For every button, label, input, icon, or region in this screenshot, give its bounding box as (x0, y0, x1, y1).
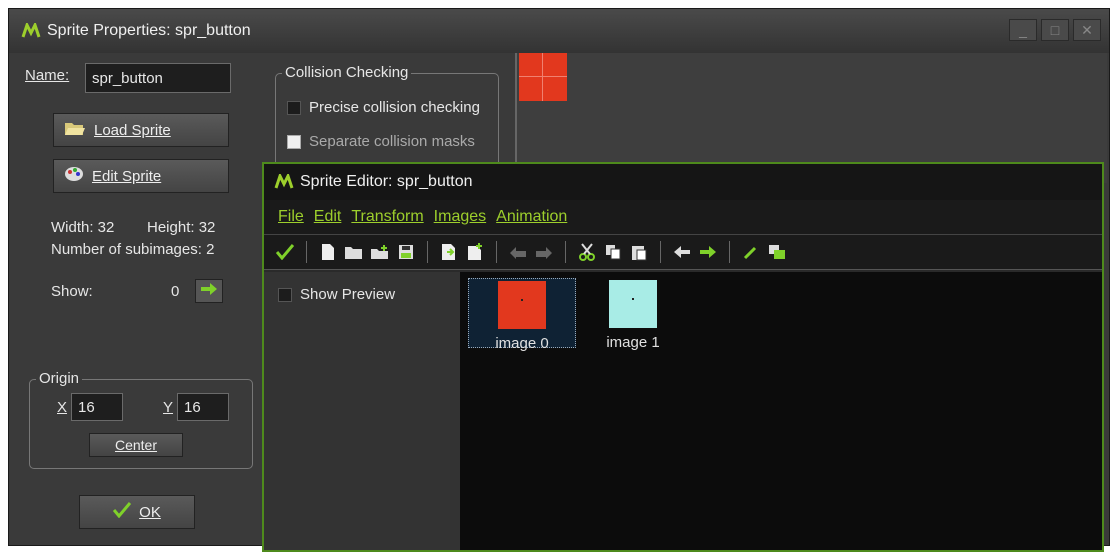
separate-masks-label: Separate collision masks (309, 133, 475, 150)
image-list-area: image 0 image 1 (460, 272, 1102, 550)
new-file-icon[interactable] (317, 241, 339, 263)
image-thumbnail-1[interactable]: image 1 (590, 278, 676, 351)
paste-icon[interactable] (628, 241, 650, 263)
editor-side-panel: Show Preview (264, 272, 460, 550)
menu-file[interactable]: File (278, 208, 304, 226)
center-label: Center (114, 437, 158, 453)
menu-images[interactable]: Images (434, 208, 486, 226)
redo-icon[interactable] (533, 241, 555, 263)
sprite-preview (519, 53, 567, 101)
insert-image-icon[interactable] (438, 241, 460, 263)
pencil-icon[interactable] (740, 241, 762, 263)
editor-title: Sprite Editor: spr_button (300, 173, 473, 190)
name-input[interactable] (85, 63, 231, 93)
title-bar[interactable]: Sprite Properties: spr_button _ □ ✕ (9, 9, 1109, 53)
close-button[interactable]: ✕ (1073, 19, 1101, 41)
image-label: image 1 (606, 334, 660, 351)
gamemaker-logo-icon (274, 172, 294, 190)
ok-button[interactable]: OK (79, 495, 195, 529)
edit-sprite-button[interactable]: Edit Sprite (53, 159, 229, 193)
show-preview-label: Show Preview (300, 286, 396, 303)
edit-sprite-label: Edit Sprite (92, 167, 162, 185)
arrow-right-icon[interactable] (697, 241, 719, 263)
width-label: Width: 32 (51, 219, 115, 236)
palette-icon (64, 166, 84, 186)
undo-icon[interactable] (507, 241, 529, 263)
show-label: Show: (51, 283, 93, 300)
editor-title-bar[interactable]: Sprite Editor: spr_button (264, 164, 1102, 200)
origin-x-label: X (57, 399, 68, 416)
image-preview (498, 281, 546, 329)
height-label: Height: 32 (147, 219, 216, 236)
subimages-label: Number of subimages: 2 (51, 241, 215, 258)
gamemaker-logo-icon (21, 21, 41, 39)
open-file-icon[interactable] (343, 241, 365, 263)
checkbox-unchecked[interactable] (278, 288, 292, 303)
precise-collision-label: Precise collision checking (309, 99, 480, 116)
folder-open-icon (64, 120, 86, 140)
name-label: Name: (25, 67, 70, 84)
checkbox-unchecked[interactable] (287, 101, 301, 116)
window-title: Sprite Properties: spr_button (47, 22, 251, 39)
menu-animation[interactable]: Animation (496, 208, 567, 226)
editor-menu-bar: File Edit Transform Images Animation (264, 200, 1102, 234)
show-preview-checkbox[interactable]: Show Preview (278, 286, 395, 303)
add-image-icon[interactable] (464, 241, 486, 263)
checkmark-icon (113, 502, 132, 522)
menu-transform[interactable]: Transform (351, 208, 423, 226)
origin-legend: Origin (36, 370, 83, 387)
precise-collision-checkbox[interactable]: Precise collision checking (287, 99, 480, 116)
origin-x-input[interactable] (71, 393, 123, 421)
ok-label: OK (139, 503, 161, 521)
origin-y-input[interactable] (177, 393, 229, 421)
next-subimage-button[interactable] (195, 279, 223, 303)
checkbox-disabled[interactable] (287, 135, 301, 150)
maximize-button[interactable]: □ (1041, 19, 1069, 41)
origin-y-label: Y (163, 399, 174, 416)
sprite-editor-window: Sprite Editor: spr_button File Edit Tran… (262, 162, 1104, 552)
collision-legend: Collision Checking (282, 64, 412, 81)
copy-icon[interactable] (602, 241, 624, 263)
arrow-right-icon (200, 282, 218, 300)
cut-icon[interactable] (576, 241, 598, 263)
layers-icon[interactable] (766, 241, 788, 263)
center-button[interactable]: Center (89, 433, 183, 457)
load-sprite-label: Load Sprite (94, 121, 171, 139)
image-label: image 0 (495, 335, 549, 352)
show-value: 0 (171, 283, 180, 300)
minimize-button[interactable]: _ (1009, 19, 1037, 41)
image-thumbnail-0[interactable]: image 0 (468, 278, 576, 352)
arrow-left-icon[interactable] (671, 241, 693, 263)
load-sprite-button[interactable]: Load Sprite (53, 113, 229, 147)
confirm-icon[interactable] (274, 241, 296, 263)
image-preview (609, 280, 657, 328)
add-from-file-icon[interactable] (369, 241, 391, 263)
save-icon[interactable] (395, 241, 417, 263)
separate-masks-checkbox[interactable]: Separate collision masks (287, 133, 475, 150)
menu-edit[interactable]: Edit (314, 208, 342, 226)
editor-toolbar (264, 234, 1102, 270)
